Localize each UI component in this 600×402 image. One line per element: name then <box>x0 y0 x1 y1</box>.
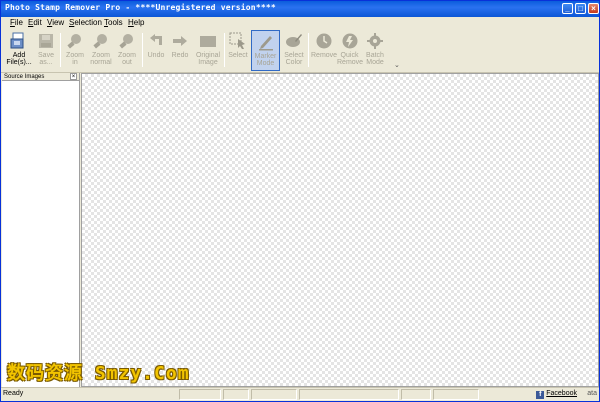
zoom-normal-label: Zoom normal <box>90 52 112 66</box>
save-as-button[interactable]: Save as... <box>34 30 58 71</box>
zoom-out-label: Zoom out <box>118 52 136 66</box>
gear-icon <box>367 33 383 49</box>
minimize-button[interactable]: _ <box>562 3 573 14</box>
redo-label: Redo <box>171 52 189 59</box>
status-end-text: ata <box>587 390 597 397</box>
remove-clock-icon <box>316 33 331 49</box>
quick-remove-label: Quick Remove <box>337 52 364 66</box>
status-cell <box>433 389 479 400</box>
zoom-normal-icon <box>93 34 107 49</box>
batch-mode-button[interactable]: Batch Mode <box>363 30 387 71</box>
menu-file-label: ile <box>14 18 23 27</box>
menu-selection-label: election <box>74 18 102 27</box>
status-cell <box>251 389 297 400</box>
zoom-out-button[interactable]: Zoom out <box>115 30 139 71</box>
palette-icon <box>286 34 302 47</box>
original-image-button[interactable]: Original Image <box>194 30 222 71</box>
add-files-label: Add File(s)... <box>6 52 32 66</box>
redo-button[interactable]: Redo <box>169 30 191 71</box>
status-bar: Ready f Facebook ata <box>1 387 599 401</box>
select-color-label: Select Color <box>284 52 304 66</box>
image-icon <box>200 36 216 47</box>
save-icon <box>39 34 53 48</box>
facebook-icon: f <box>536 391 545 399</box>
save-as-label: Save as... <box>38 52 54 66</box>
remove-label: Remove <box>311 52 338 59</box>
status-cell <box>299 389 399 400</box>
source-images-title: Source Images <box>4 74 45 80</box>
select-button[interactable]: Select <box>227 30 249 71</box>
menu-help-label: elp <box>133 18 145 27</box>
marker-mode-label: Marker Mode <box>254 53 277 67</box>
panel-close-icon[interactable]: × <box>70 73 77 80</box>
menu-tools-label: ools <box>108 18 123 27</box>
zoom-in-label: Zoom in <box>66 52 84 66</box>
menu-edit[interactable]: Edit <box>28 18 42 27</box>
title-bar: Photo Stamp Remover Pro - ****Unregister… <box>1 1 599 17</box>
batch-mode-label: Batch Mode <box>366 52 384 66</box>
menu-help[interactable]: Help <box>128 18 144 27</box>
window-title: Photo Stamp Remover Pro - ****Unregister… <box>5 3 276 12</box>
remove-button[interactable]: Remove <box>311 30 338 71</box>
redo-arrow-icon <box>173 36 187 46</box>
facebook-label: Facebook <box>546 390 577 397</box>
toolbar-separator <box>224 33 225 67</box>
menu-view-label: iew <box>52 18 65 27</box>
quick-remove-button[interactable]: Quick Remove <box>337 30 364 71</box>
marker-pen-icon <box>258 36 273 51</box>
zoom-normal-button[interactable]: Zoom normal <box>88 30 114 71</box>
status-text: Ready <box>3 390 24 397</box>
menu-selection[interactable]: Selection <box>69 18 102 27</box>
undo-label: Undo <box>147 52 165 59</box>
image-canvas[interactable] <box>81 73 599 387</box>
zoom-in-icon <box>67 34 81 49</box>
menu-tools[interactable]: Tools <box>104 18 123 27</box>
source-images-panel: Source Images × <box>2 73 80 387</box>
zoom-out-icon <box>119 34 133 49</box>
menu-view[interactable]: View <box>47 18 64 27</box>
status-cell <box>401 389 431 400</box>
toolbar-overflow-chevron-icon[interactable]: ⌄ <box>394 61 400 69</box>
watermark-text: 数码资源 Smzy.Com <box>7 363 190 384</box>
menu-file[interactable]: File <box>10 18 23 27</box>
add-files-icon <box>10 32 24 49</box>
menu-edit-label: dit <box>33 18 42 27</box>
facebook-link[interactable]: f Facebook <box>536 390 577 399</box>
add-files-button[interactable]: Add File(s)... <box>5 30 33 71</box>
zoom-in-button[interactable]: Zoom in <box>63 30 87 71</box>
select-color-button[interactable]: Select Color <box>282 30 306 71</box>
status-cell <box>179 389 221 400</box>
status-cell <box>223 389 249 400</box>
toolbar: Add File(s)... Save as... Zoom in Zoom n… <box>1 29 599 73</box>
marker-mode-button[interactable]: Marker Mode <box>251 30 280 71</box>
maximize-button[interactable]: □ <box>575 3 586 14</box>
toolbar-separator <box>142 33 143 67</box>
select-label: Select <box>228 52 248 59</box>
quick-remove-icon <box>342 33 357 49</box>
original-image-label: Original Image <box>195 52 221 66</box>
menu-bar: File Edit View Selection Tools Help <box>1 17 599 29</box>
toolbar-separator <box>60 33 61 67</box>
toolbar-separator <box>308 33 309 67</box>
close-button[interactable]: × <box>588 3 599 14</box>
undo-button[interactable]: Undo <box>145 30 167 71</box>
app-window: Photo Stamp Remover Pro - ****Unregister… <box>0 0 600 402</box>
source-images-header: Source Images × <box>2 73 79 81</box>
undo-arrow-icon <box>150 34 162 45</box>
select-rectangle-icon <box>229 32 245 49</box>
